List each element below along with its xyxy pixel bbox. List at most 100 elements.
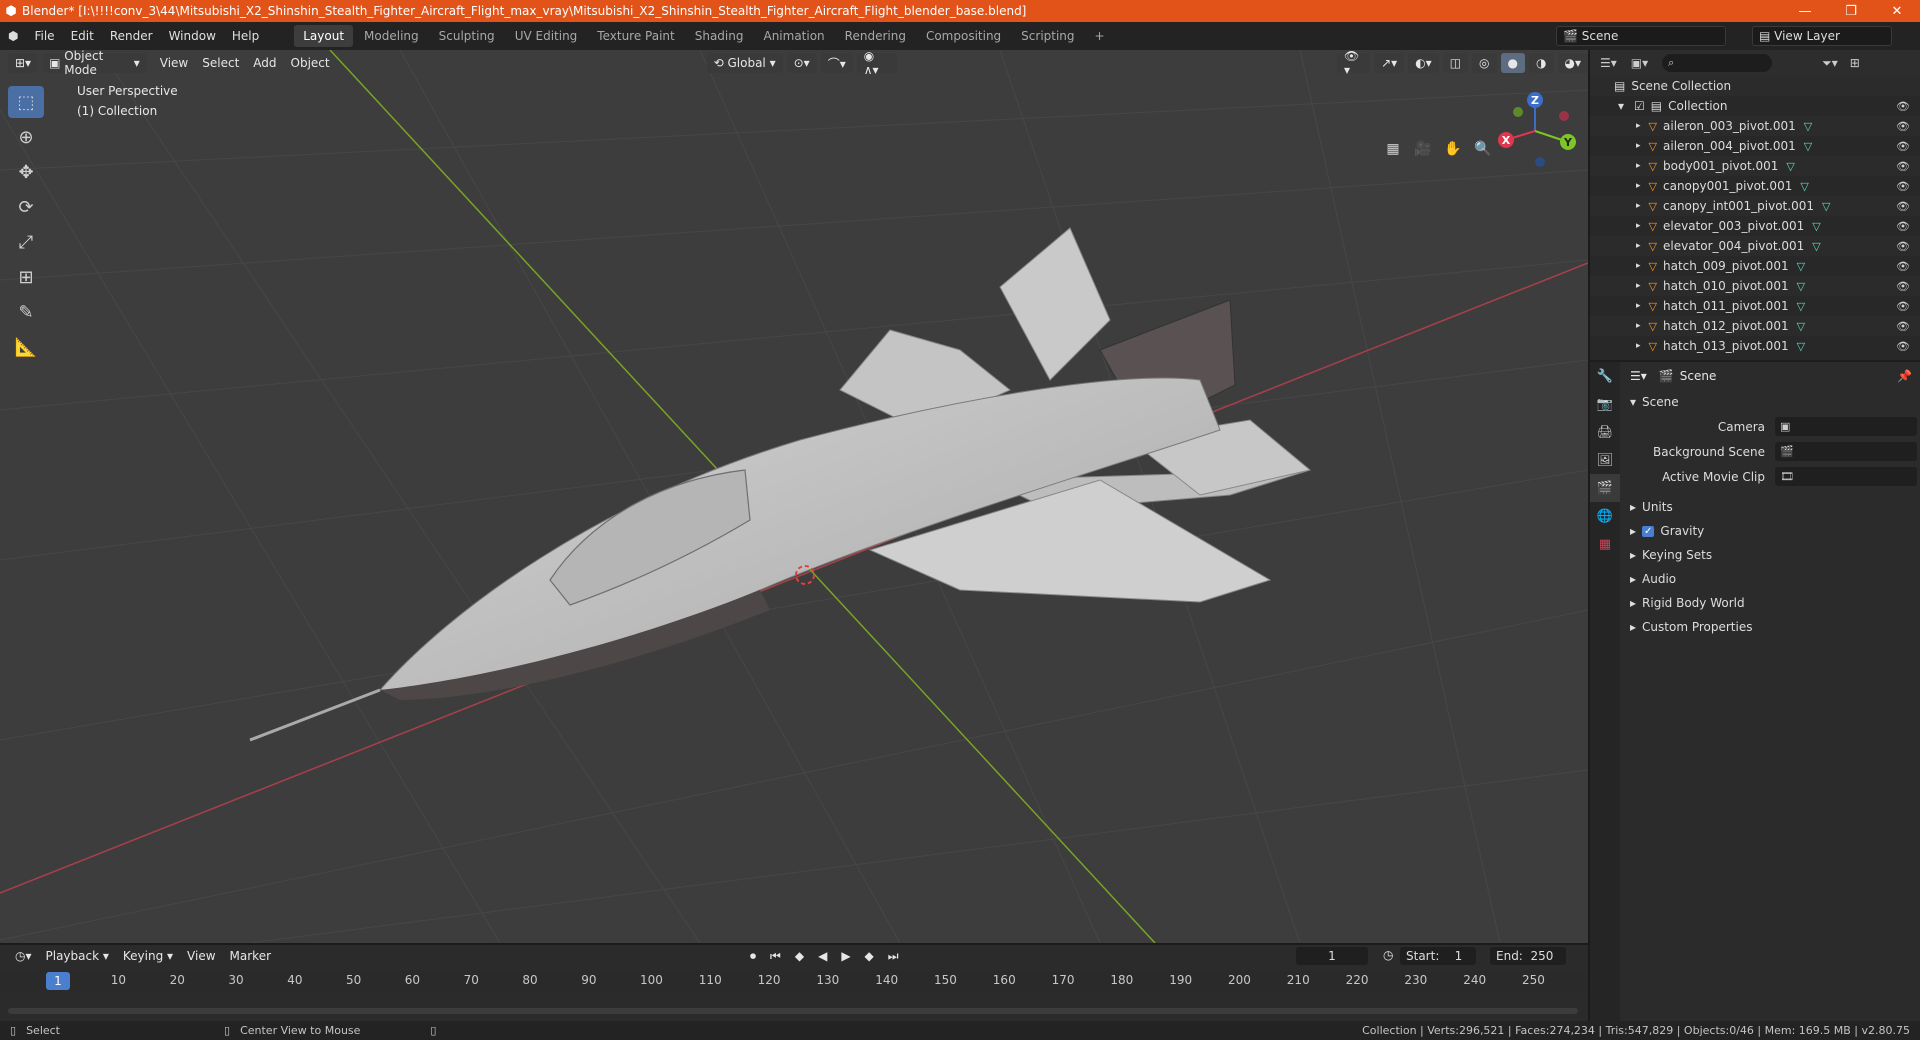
scene-section-header[interactable]: ▾ Scene	[1620, 390, 1920, 414]
play-reverse-icon[interactable]: ◀	[811, 949, 834, 963]
timeline-menu-keying[interactable]: Keying ▾	[116, 949, 180, 963]
pivot-point-icon[interactable]: ⊙▾	[786, 53, 817, 73]
scene-selector[interactable]: 🎬 Scene	[1556, 26, 1726, 46]
keying-sets-section[interactable]: ▸ Keying Sets	[1620, 543, 1920, 567]
expand-arrow-icon[interactable]: ▸	[1636, 161, 1641, 171]
current-frame-field[interactable]: 1	[1296, 947, 1368, 965]
tab-modeling[interactable]: Modeling	[355, 25, 428, 47]
mesh-data-icon[interactable]: ▽	[1797, 260, 1805, 273]
3d-viewport[interactable]: ⊞▾ ▣ Object Mode ▾ View Select Add Objec…	[0, 50, 1588, 943]
expand-arrow-icon[interactable]: ▸	[1636, 261, 1641, 271]
mesh-data-icon[interactable]: ▽	[1797, 280, 1805, 293]
timeline-menu-marker[interactable]: Marker	[223, 949, 278, 963]
outliner-search-input[interactable]: ⌕	[1662, 54, 1773, 72]
render-tab-icon[interactable]: 📷	[1590, 390, 1620, 418]
xray-toggle-icon[interactable]: ◫	[1442, 53, 1469, 73]
audio-section[interactable]: ▸ Audio	[1620, 567, 1920, 591]
units-section[interactable]: ▸ Units	[1620, 495, 1920, 519]
expand-arrow-icon[interactable]: ▸	[1636, 281, 1641, 291]
timeline-menu-playback[interactable]: Playback ▾	[39, 949, 116, 963]
add-workspace-icon[interactable]: +	[1086, 25, 1114, 47]
visibility-eye-icon[interactable]: 👁	[1896, 220, 1910, 233]
tab-uv-editing[interactable]: UV Editing	[506, 25, 587, 47]
texture-tab-icon[interactable]: ▦	[1590, 530, 1620, 558]
outliner-item[interactable]: ▸ ▽ elevator_003_pivot.001 ▽ 👁	[1590, 216, 1920, 236]
timeline-scrollbar[interactable]	[8, 1008, 1578, 1014]
camera-view-icon[interactable]: 🎥	[1410, 136, 1436, 162]
object-mode-dropdown[interactable]: ▣ Object Mode ▾	[42, 50, 147, 77]
properties-editor-icon[interactable]: ☰▾	[1630, 369, 1647, 383]
menu-render[interactable]: Render	[102, 29, 161, 43]
proportional-edit-icon[interactable]: ◉ ∧▾	[856, 50, 897, 77]
visibility-eye-icon[interactable]: 👁	[1896, 280, 1910, 293]
tab-scripting[interactable]: Scripting	[1012, 25, 1083, 47]
rotate-tool-icon[interactable]: ⟳	[8, 191, 44, 223]
mesh-data-icon[interactable]: ▽	[1797, 340, 1805, 353]
custom-properties-section[interactable]: ▸ Custom Properties	[1620, 615, 1920, 639]
output-tab-icon[interactable]: 🖨	[1590, 418, 1620, 446]
new-collection-icon[interactable]: ⊞	[1850, 56, 1860, 70]
start-frame-field[interactable]: Start: 1	[1400, 947, 1476, 965]
mesh-data-icon[interactable]: ▽	[1822, 200, 1830, 213]
active-movie-clip-input[interactable]: 🎞	[1775, 467, 1917, 486]
display-mode-icon[interactable]: ▣▾	[1631, 56, 1648, 70]
mesh-data-icon[interactable]: ▽	[1797, 320, 1805, 333]
pan-view-icon[interactable]: ✋	[1440, 136, 1466, 162]
restore-icon[interactable]: ❐	[1828, 4, 1874, 19]
gizmo-toggle-icon[interactable]: ↗▾	[1374, 53, 1405, 73]
tab-layout[interactable]: Layout	[294, 25, 354, 47]
viewport-menu-add[interactable]: Add	[246, 56, 283, 70]
current-frame-marker[interactable]: 1	[46, 972, 70, 990]
menu-help[interactable]: Help	[224, 29, 267, 43]
visibility-eye-icon[interactable]: 👁	[1896, 300, 1910, 313]
mesh-data-icon[interactable]: ▽	[1786, 160, 1794, 173]
visibility-eye-icon[interactable]: 👁	[1896, 240, 1910, 253]
editor-type-button[interactable]: ⊞▾	[8, 53, 39, 73]
expand-arrow-icon[interactable]: ▸	[1636, 201, 1641, 211]
transform-orientation-dropdown[interactable]: ⟲ Global ▾	[706, 53, 783, 73]
visibility-eye-icon[interactable]: 👁	[1896, 320, 1910, 333]
clock-icon[interactable]: ◷	[1376, 948, 1400, 962]
visibility-eye-icon[interactable]: 👁	[1896, 340, 1910, 353]
mesh-data-icon[interactable]: ▽	[1804, 120, 1812, 133]
visibility-eye-icon[interactable]: 👁	[1896, 160, 1910, 173]
rigid-body-world-section[interactable]: ▸ Rigid Body World	[1620, 591, 1920, 615]
tab-animation[interactable]: Animation	[754, 25, 833, 47]
outliner-scene-collection[interactable]: ▤ Scene Collection	[1590, 76, 1920, 96]
menu-window[interactable]: Window	[161, 29, 224, 43]
toggle-grid-icon[interactable]: ▦	[1380, 136, 1406, 162]
visibility-eye-icon[interactable]: 👁	[1896, 120, 1910, 133]
mesh-data-icon[interactable]: ▽	[1804, 140, 1812, 153]
outliner-item[interactable]: ▸ ▽ aileron_003_pivot.001 ▽ 👁	[1590, 116, 1920, 136]
gravity-checkbox[interactable]: ✓	[1642, 525, 1655, 537]
mesh-data-icon[interactable]: ▽	[1812, 220, 1820, 233]
scale-tool-icon[interactable]: ⤢	[8, 226, 44, 258]
background-scene-input[interactable]: 🎬	[1775, 442, 1917, 461]
outliner-item[interactable]: ▸ ▽ hatch_013_pivot.001 ▽ 👁	[1590, 336, 1920, 356]
shading-solid-icon[interactable]: ●	[1500, 53, 1526, 73]
expand-arrow-icon[interactable]: ▸	[1636, 301, 1641, 311]
jump-start-icon[interactable]: ⏮	[763, 949, 788, 964]
overlay-toggle-icon[interactable]: ◐▾	[1408, 53, 1439, 73]
gravity-section[interactable]: ▸ ✓ Gravity	[1620, 519, 1920, 543]
view-layer-tab-icon[interactable]: 🖼	[1590, 446, 1620, 474]
mesh-data-icon[interactable]: ▽	[1800, 180, 1808, 193]
cursor-tool-icon[interactable]: ⊕	[8, 121, 44, 153]
tab-texture-paint[interactable]: Texture Paint	[588, 25, 683, 47]
outliner-item[interactable]: ▸ ▽ hatch_009_pivot.001 ▽ 👁	[1590, 256, 1920, 276]
record-icon[interactable]: ⏺	[743, 949, 763, 964]
jump-end-icon[interactable]: ⏭	[881, 949, 906, 964]
timeline-editor-icon[interactable]: ◷▾	[8, 949, 39, 963]
outliner-editor-icon[interactable]: ☰▾	[1600, 56, 1617, 70]
menu-edit[interactable]: Edit	[63, 29, 102, 43]
collection-checkbox[interactable]: ☑	[1634, 99, 1645, 113]
expand-arrow-icon[interactable]: ▸	[1636, 241, 1641, 251]
menu-file[interactable]: File	[26, 29, 62, 43]
expand-arrow-icon[interactable]: ▸	[1636, 121, 1641, 131]
expand-arrow-icon[interactable]: ▸	[1636, 321, 1641, 331]
minimize-icon[interactable]: —	[1782, 4, 1828, 19]
next-keyframe-icon[interactable]: ◆	[858, 949, 881, 963]
move-tool-icon[interactable]: ✥	[8, 156, 44, 188]
annotate-tool-icon[interactable]: ✎	[8, 296, 44, 328]
expand-arrow-icon[interactable]: ▸	[1636, 221, 1641, 231]
